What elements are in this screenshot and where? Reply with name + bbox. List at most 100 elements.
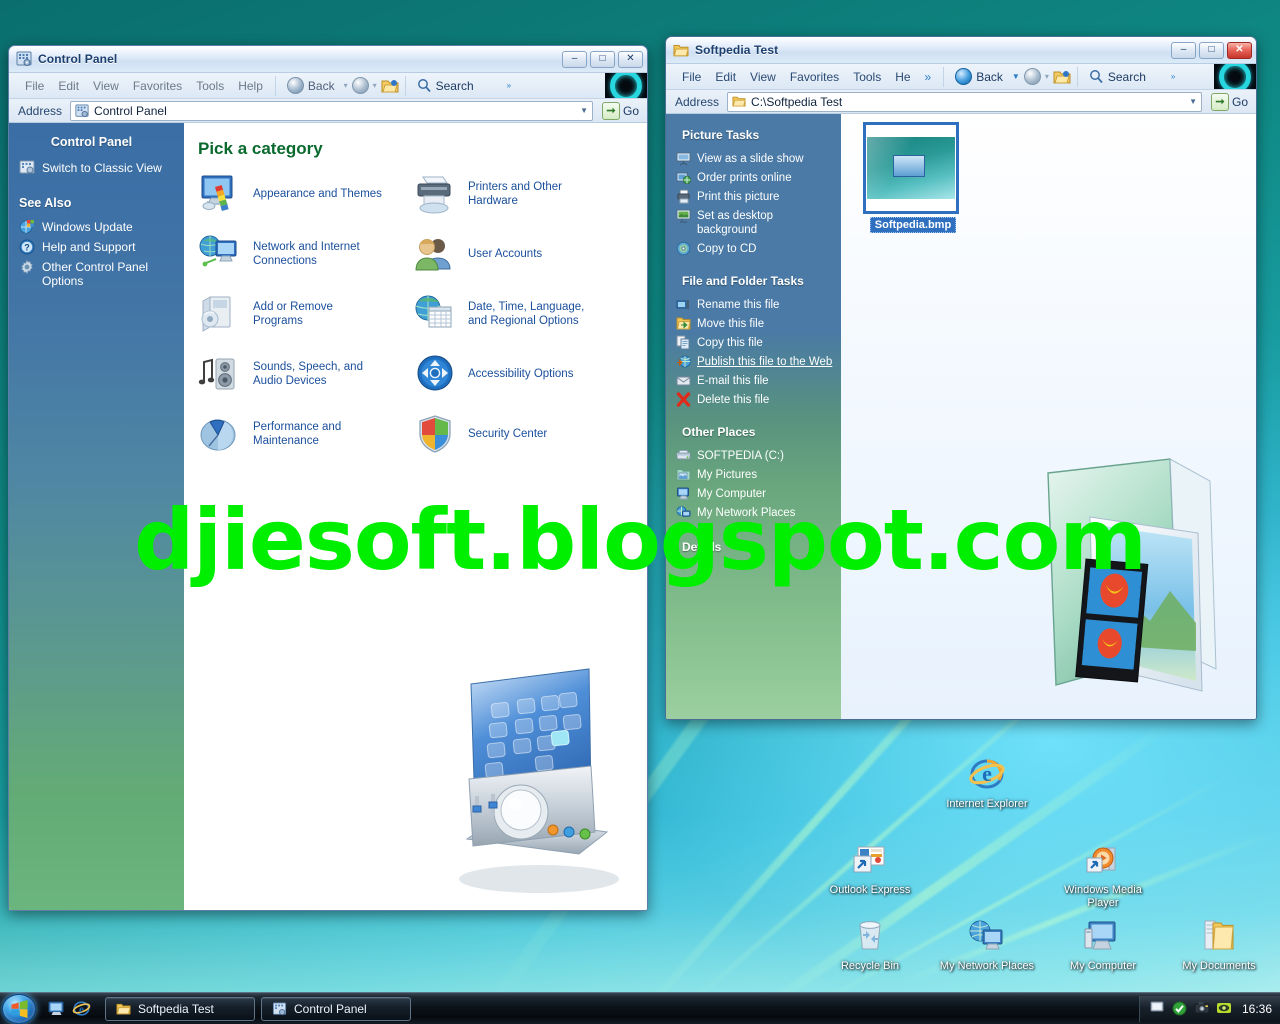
minimize-button[interactable]: – [1171,41,1196,59]
desktop-icon-my-computer[interactable]: My Computer [1048,914,1158,973]
back-button[interactable]: Back [950,67,1008,86]
control-panel-nav-toolbar[interactable]: Back ▾ ▾ [282,76,399,95]
sidebar-item-other-control-panel-options[interactable]: Other Control Panel Options [9,257,174,290]
folders-icon[interactable] [1053,69,1071,85]
task-order-prints-online[interactable]: Order prints online [666,168,833,187]
menu-edit[interactable]: Edit [52,77,85,95]
explorer-window-controls[interactable]: – □ ✕ [1171,41,1252,59]
category-security-center[interactable]: Security Center [413,413,628,455]
eye-icon[interactable] [1216,1001,1231,1016]
close-button[interactable]: ✕ [618,50,643,68]
sidebar-item-switch-to-classic-view[interactable]: Switch to Classic View [9,158,174,178]
place-my-network-places[interactable]: My Network Places [666,503,833,522]
file-thumbnail[interactable] [863,122,959,214]
shield-ok-icon[interactable] [1172,1001,1187,1016]
control-panel-menubar[interactable]: File Edit View Favorites Tools Help Back… [9,73,647,99]
menu-help[interactable]: He [889,68,916,86]
category-add-or-remove-programs[interactable]: Add or Remove Programs [198,293,413,335]
task-print-this-picture[interactable]: Print this picture [666,187,833,206]
menu-file[interactable]: File [676,68,707,86]
control-panel-addressbar[interactable]: Address Control Panel ▼ ➞ Go [9,99,647,123]
task-control-panel[interactable]: Control Panel [261,996,411,1021]
desktop-icon-outlook-express[interactable]: Outlook Express [815,838,925,897]
start-button[interactable] [2,993,36,1024]
address-dropdown-icon[interactable]: ▼ [580,106,588,115]
explorer-menubar[interactable]: File Edit View Favorites Tools He » Back… [666,64,1256,90]
menu-overflow-icon[interactable]: » [919,68,938,86]
softpedia-test-explorer-window[interactable]: Softpedia Test – □ ✕ File Edit View Favo… [665,36,1257,720]
show-desktop-icon[interactable] [48,1001,65,1016]
menu-file[interactable]: File [19,77,50,95]
task-copy-this-file[interactable]: Copy this file [666,333,833,352]
explorer-titlebar[interactable]: Softpedia Test – □ ✕ [666,37,1256,64]
task-move-this-file[interactable]: Move this file [666,314,833,333]
search-button[interactable]: Search [1084,68,1151,85]
desktop-icon-my-documents[interactable]: My Documents [1164,914,1274,973]
close-button[interactable]: ✕ [1227,41,1252,59]
task-view-as-slide-show[interactable]: View as a slide show [666,149,833,168]
explorer-file-list[interactable]: Softpedia.bmp [841,114,1256,719]
address-dropdown-icon[interactable]: ▼ [1189,97,1197,106]
sidebar-item-help-and-support[interactable]: ? Help and Support [9,237,174,257]
menu-view[interactable]: View [744,68,782,86]
menu-favorites[interactable]: Favorites [784,68,845,86]
explorer-menu-items[interactable]: File Edit View Favorites Tools He » [666,68,937,86]
camera-icon[interactable] [1194,1001,1210,1016]
control-panel-titlebar[interactable]: Control Panel – □ ✕ [9,46,647,73]
back-dropdown-icon[interactable]: ▼ [1012,72,1020,81]
task-publish-this-file-to-the-web[interactable]: Publish this file to the Web [666,352,833,371]
folders-icon[interactable] [381,78,399,94]
forward-arrow-icon[interactable] [351,77,369,94]
control-panel-window-controls[interactable]: – □ ✕ [562,50,643,68]
menu-view[interactable]: View [87,77,125,95]
toolbar-overflow-icon[interactable]: » [1171,72,1175,81]
forward-dropdown-icon[interactable]: ▾ [1045,72,1049,81]
back-button[interactable]: Back [282,76,340,95]
back-dropdown-icon[interactable]: ▾ [344,81,348,90]
category-performance-and-maintenance[interactable]: Performance and Maintenance [198,413,413,455]
sidebar-item-windows-update[interactable]: Windows Update [9,217,174,237]
quick-launch-bar[interactable]: e [48,999,91,1018]
menu-favorites[interactable]: Favorites [127,77,188,95]
file-item-softpedia-bmp[interactable]: Softpedia.bmp [863,122,963,233]
task-rename-this-file[interactable]: Rename this file [666,295,833,314]
task-softpedia-test[interactable]: Softpedia Test [105,996,255,1021]
system-tray[interactable]: 16:36 [1138,995,1280,1022]
task-copy-to-cd[interactable]: Copy to CD [666,239,833,258]
explorer-nav-toolbar[interactable]: Back ▼ ▾ [950,67,1071,86]
desktop-icon-internet-explorer[interactable]: e Internet Explorer [932,752,1042,811]
control-panel-menu-items[interactable]: File Edit View Favorites Tools Help [9,77,269,95]
task-email-this-file[interactable]: E-mail this file [666,371,833,390]
place-my-computer[interactable]: My Computer [666,484,833,503]
category-date-time-language-regional-options[interactable]: Date, Time, Language, and Regional Optio… [413,293,628,335]
toolbar-overflow-icon[interactable]: » [507,81,511,90]
go-button[interactable]: ➞ Go [597,101,644,120]
desktop-icon-windows-media-player[interactable]: Windows Media Player [1048,838,1158,910]
desktop-icon-my-network-places[interactable]: My Network Places [932,914,1042,973]
forward-arrow-icon[interactable] [1023,68,1041,85]
place-my-pictures[interactable]: My Pictures [666,465,833,484]
desktop-icon-recycle-bin[interactable]: Recycle Bin [815,914,925,973]
monitor-icon[interactable] [1150,1001,1165,1016]
go-button[interactable]: ➞ Go [1206,92,1253,111]
menu-edit[interactable]: Edit [709,68,742,86]
menu-tools[interactable]: Tools [847,68,887,86]
category-accessibility-options[interactable]: Accessibility Options [413,353,628,395]
internet-explorer-icon[interactable]: e [72,999,91,1018]
category-sounds-speech-audio-devices[interactable]: Sounds, Speech, and Audio Devices [198,353,413,395]
place-softpedia-drive[interactable]: SOFTPEDIA (C:) [666,446,833,465]
task-set-as-desktop-background[interactable]: Set as desktop background [666,206,833,239]
control-panel-window[interactable]: Control Panel – □ ✕ File Edit View Favor… [8,45,648,911]
menu-tools[interactable]: Tools [190,77,230,95]
taskbar-task-buttons[interactable]: Softpedia Test Control Panel [105,996,411,1021]
taskbar-clock[interactable]: 16:36 [1242,1002,1272,1016]
forward-dropdown-icon[interactable]: ▾ [373,81,377,90]
search-button[interactable]: Search [412,77,479,94]
explorer-addressbar[interactable]: Address C:\Softpedia Test ▼ ➞ Go [666,90,1256,114]
category-user-accounts[interactable]: User Accounts [413,233,628,275]
taskbar[interactable]: e Softpedia Test Control Panel 16:36 [0,992,1280,1024]
task-delete-this-file[interactable]: Delete this file [666,390,833,409]
category-network-and-internet-connections[interactable]: Network and Internet Connections [198,233,413,275]
address-input[interactable]: C:\Softpedia Test ▼ [727,91,1202,112]
category-printers-and-other-hardware[interactable]: Printers and Other Hardware [413,173,628,215]
